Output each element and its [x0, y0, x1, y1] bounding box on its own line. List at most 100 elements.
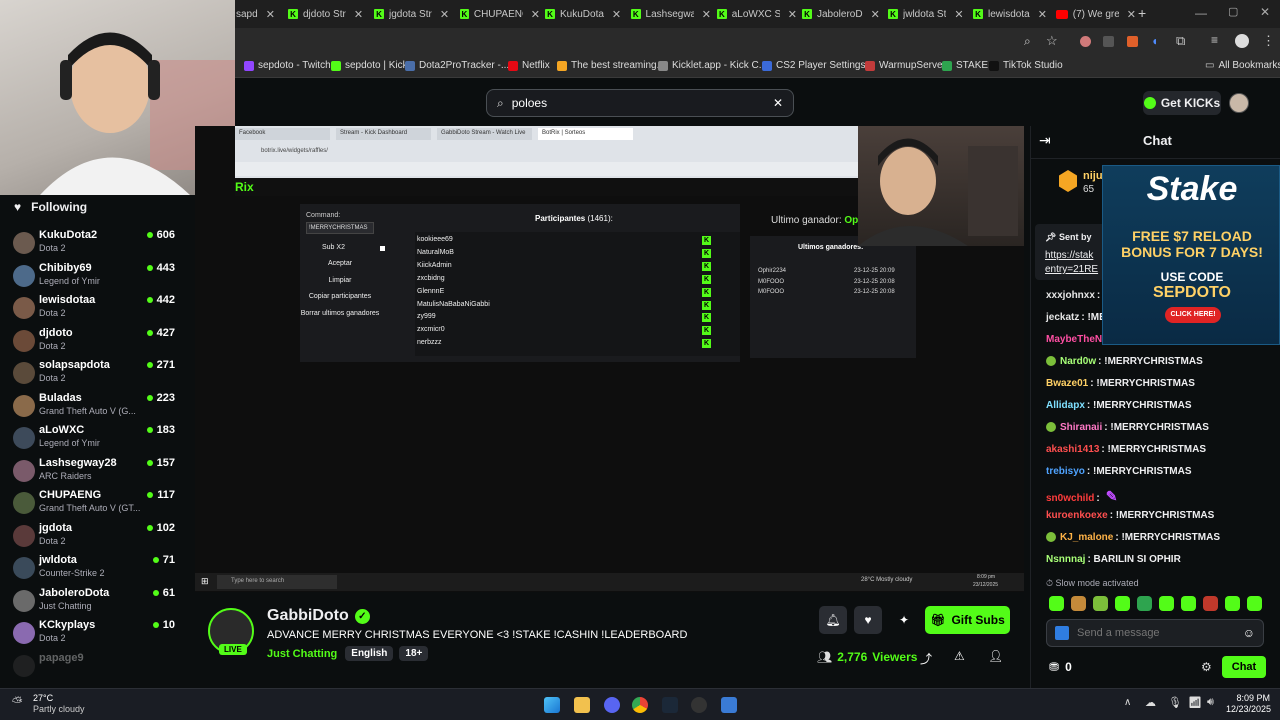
profile-avatar[interactable] [1235, 34, 1249, 48]
browser-tab[interactable]: K KukuDota ✕ [545, 4, 625, 24]
send-chat-button[interactable]: Chat [1222, 656, 1266, 678]
close-tab-icon[interactable]: ✕ [266, 8, 275, 21]
puzzle-icon[interactable]: ⧉ [1176, 33, 1185, 49]
bookmark-item[interactable]: WarmupServer [865, 60, 946, 71]
tray-app-icon[interactable]: ☁︎ [1145, 696, 1156, 709]
media-control-icon[interactable]: ≡ [1211, 33, 1218, 47]
chat-username[interactable]: sn0wchild [1046, 493, 1094, 504]
followed-channel[interactable]: KukuDota2 Dota 2 606 [0, 229, 185, 261]
browser-tab[interactable]: K CHUPAENC ✕ [460, 4, 540, 24]
notepad-icon[interactable] [721, 697, 737, 713]
chat-username[interactable]: trebisyo [1046, 466, 1085, 477]
bookmark-item[interactable]: TikTok Studio [989, 60, 1063, 71]
chat-username[interactable]: Nsnnnaj [1046, 554, 1085, 565]
extension-icon[interactable] [1080, 36, 1091, 47]
chat-username[interactable]: MaybeTheN [1046, 334, 1102, 345]
pinned-link[interactable]: https://stak [1045, 250, 1093, 261]
chrome-icon[interactable] [632, 697, 648, 713]
emote-icon[interactable] [1049, 596, 1064, 611]
discord-icon[interactable] [604, 697, 620, 713]
followed-channel[interactable]: KCkyplays Dota 2 10 [0, 619, 185, 651]
emote-icon[interactable] [1225, 596, 1240, 611]
close-tab-icon[interactable]: ✕ [954, 8, 963, 21]
raffle-button[interactable]: Copiar participantes [300, 293, 380, 301]
browser-tab[interactable]: Klewisdota ✕ [973, 4, 1053, 24]
share-icon[interactable]: ⤴ [920, 650, 932, 667]
follow-button[interactable]: ♥ [854, 606, 882, 634]
report-icon[interactable]: ⚠ [954, 649, 965, 663]
close-tab-icon[interactable]: ✕ [531, 8, 540, 21]
followed-channel[interactable]: aLoWXC Legend of Ymir 183 [0, 424, 185, 456]
all-bookmarks-link[interactable]: ▭ All Bookmarks [1205, 60, 1280, 71]
streamer-name[interactable]: GabbiDoto [267, 607, 349, 625]
bookmark-item[interactable]: STAKE [942, 60, 988, 71]
emote-icon[interactable] [1247, 596, 1262, 611]
close-window-icon[interactable]: ✕ [1260, 5, 1270, 19]
close-tab-icon[interactable]: ✕ [1038, 8, 1047, 21]
followed-channel[interactable]: JaboleroDota Just Chatting 61 [0, 587, 185, 619]
notification-bell-button[interactable]: 🔔︎ [819, 606, 847, 634]
command-input[interactable]: !MERRYCHRISTMAS [306, 222, 374, 234]
raffle-button[interactable]: Borrar ultimos ganadores [300, 310, 380, 318]
chat-username[interactable]: xxxjohnxx [1046, 290, 1095, 301]
browser-menu-icon[interactable]: ⋮ [1262, 33, 1275, 49]
chat-username[interactable]: Bwaze01 [1046, 378, 1088, 389]
bookmark-item[interactable]: sepdoto | Kick [331, 60, 408, 71]
volume-icon[interactable]: 🔊︎ [1207, 696, 1214, 709]
close-tab-icon[interactable]: ✕ [440, 8, 449, 21]
zoom-icon[interactable]: ⌕ [1024, 34, 1031, 49]
emote-icon[interactable] [1181, 596, 1196, 611]
followed-channel[interactable]: djdoto Dota 2 427 [0, 327, 185, 359]
sparkle-button[interactable]: ✦ [890, 606, 918, 634]
stream-category[interactable]: Just Chatting [267, 648, 337, 660]
microphone-icon[interactable]: 🎙︎ [1168, 696, 1182, 709]
followed-channel[interactable]: Chibiby69 Legend of Ymir 443 [0, 262, 185, 294]
get-kicks-button[interactable]: Get KICKs [1143, 91, 1221, 115]
chat-username[interactable]: KJ_malone [1060, 532, 1113, 543]
followed-channel[interactable]: jwldota Counter-Strike 2 71 [0, 554, 185, 586]
add-friend-icon[interactable]: 👤︎ [988, 649, 1003, 663]
chat-settings-icon[interactable]: ⚙ [1201, 660, 1212, 674]
bookmark-item[interactable]: sepdoto - Twitch [244, 60, 331, 71]
followed-channel[interactable]: solapsapdota Dota 2 271 [0, 359, 185, 391]
kick-emoji-icon[interactable] [1055, 626, 1069, 640]
extension-icon[interactable] [1103, 36, 1114, 47]
chat-username[interactable]: Shiranaii [1060, 422, 1102, 433]
browser-tab[interactable]: (7) We gre ✕ [1056, 4, 1136, 24]
new-tab-button[interactable]: + [1138, 5, 1146, 21]
obs-icon[interactable] [691, 697, 707, 713]
minimize-icon[interactable]: — [1195, 6, 1207, 20]
maximize-icon[interactable]: ▢ [1228, 5, 1238, 18]
ad-cta-button[interactable]: CLICK HERE! [1165, 307, 1221, 323]
chat-username[interactable]: jeckatz [1046, 312, 1079, 323]
browser-tab[interactable]: K Lashsegwa ✕ [631, 4, 711, 24]
emote-icon[interactable] [1203, 596, 1218, 611]
browser-tab[interactable]: Kjgdota Str ✕ [374, 4, 454, 24]
close-tab-icon[interactable]: ✕ [354, 8, 363, 21]
extension-icon[interactable]: ◖ [1151, 34, 1158, 48]
browser-tab[interactable]: KaLoWXC S ✕ [717, 4, 797, 24]
windows-start-icon[interactable] [544, 697, 560, 713]
close-tab-icon[interactable]: ✕ [871, 8, 880, 21]
tray-overflow-icon[interactable]: ∧ [1124, 697, 1131, 708]
sub-x2-checkbox[interactable] [380, 246, 385, 251]
bookmark-item[interactable]: The best streaming... [557, 60, 665, 71]
points-display[interactable]: ⛃ 0 [1049, 660, 1072, 674]
emote-icon[interactable] [1137, 596, 1152, 611]
chat-username[interactable]: Nard0w [1060, 356, 1096, 367]
followed-channel[interactable]: Buladas Grand Theft Auto V (G... 223 [0, 392, 185, 424]
clock-time[interactable]: 8:09 PM [1230, 693, 1270, 703]
browser-tab[interactable]: K JaboleroD ✕ [802, 4, 882, 24]
emote-icon[interactable] [1159, 596, 1174, 611]
chat-username[interactable]: kuroenkoexe [1046, 510, 1108, 521]
browser-tab[interactable]: Kjwldota St ✕ [888, 4, 968, 24]
steam-icon[interactable] [662, 697, 678, 713]
browser-tab[interactable]: Kdjdoto Str ✕ [288, 4, 368, 24]
clock-date[interactable]: 12/23/2025 [1215, 704, 1271, 714]
chat-message-input[interactable] [1077, 627, 1235, 639]
collapse-chat-icon[interactable]: ⇥ [1039, 132, 1051, 149]
close-tab-icon[interactable]: ✕ [1127, 8, 1136, 21]
wifi-icon[interactable]: 📶︎ [1188, 696, 1202, 709]
followed-channel[interactable]: papage9 [0, 652, 185, 684]
bookmark-item[interactable]: Dota2ProTracker -... [405, 60, 509, 71]
